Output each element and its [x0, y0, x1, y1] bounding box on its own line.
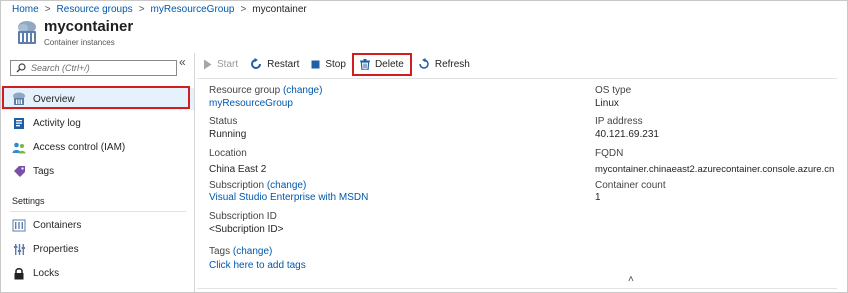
- people-icon: [12, 140, 26, 154]
- search-icon: [16, 63, 26, 73]
- breadcrumb-resource-group[interactable]: myResourceGroup: [151, 4, 235, 15]
- breadcrumb-separator: >: [138, 4, 145, 15]
- stop-icon: [311, 60, 320, 69]
- fqdn-value: mycontainer.chinaeast2.azurecontainer.co…: [595, 164, 835, 175]
- breadcrumb-separator: >: [240, 4, 247, 15]
- app-window: Home > Resource groups > myResourceGroup…: [0, 0, 848, 293]
- sidebar: « Overview: [1, 53, 195, 292]
- breadcrumb-home[interactable]: Home: [12, 4, 39, 15]
- command-toolbar: Start Restart Stop Delete Refresh: [197, 52, 476, 76]
- add-tags-link[interactable]: Click here to add tags: [209, 260, 306, 271]
- page-title: mycontainer: [44, 18, 134, 35]
- restart-button-label: Restart: [267, 58, 300, 70]
- os-type-value: Linux: [595, 98, 619, 109]
- container-count-label: Container count: [595, 180, 666, 191]
- sidebar-item-label: Tags: [33, 165, 55, 177]
- tags-label-row: Tags (change): [209, 246, 272, 257]
- status-value: Running: [209, 129, 247, 140]
- start-button-label: Start: [217, 58, 239, 70]
- sidebar-item-label: Containers: [33, 219, 82, 231]
- resource-group-change-link[interactable]: (change): [283, 85, 322, 96]
- activity-log-icon: [12, 116, 26, 130]
- resource-group-label-row: Resource group (change): [209, 85, 322, 96]
- trash-icon: [359, 58, 370, 70]
- subscription-value[interactable]: Visual Studio Enterprise with MSDN: [209, 192, 368, 203]
- subscription-label-row: Subscription (change): [209, 180, 306, 191]
- search-input[interactable]: [26, 63, 161, 73]
- collapse-sidebar-icon[interactable]: «: [179, 55, 186, 69]
- essentials-bottom-divider: [197, 288, 837, 289]
- section-divider: [10, 211, 186, 212]
- ip-address-value: 40.121.69.231: [595, 129, 659, 140]
- sidebar-item-label: Properties: [33, 243, 79, 255]
- delete-button-label: Delete: [374, 58, 404, 70]
- cloud-container-icon: [12, 92, 26, 106]
- refresh-button-label: Refresh: [434, 58, 470, 70]
- stop-button[interactable]: Stop: [305, 54, 352, 74]
- resource-group-value[interactable]: myResourceGroup: [209, 98, 293, 109]
- status-label: Status: [209, 116, 238, 127]
- sidebar-item-activity-log[interactable]: Activity log: [1, 112, 194, 134]
- properties-icon: [12, 242, 26, 256]
- sidebar-item-label: Locks: [33, 267, 60, 279]
- sidebar-item-access-control[interactable]: Access control (IAM): [1, 136, 194, 158]
- refresh-icon: [418, 58, 430, 70]
- refresh-button[interactable]: Refresh: [412, 54, 476, 74]
- ip-address-label: IP address: [595, 116, 643, 127]
- subscription-id-value: <Subcription ID>: [209, 224, 284, 235]
- lock-icon: [12, 266, 26, 280]
- containers-icon: [12, 218, 26, 232]
- resource-group-label: Resource group: [209, 85, 281, 96]
- subscription-change-link[interactable]: (change): [267, 180, 306, 191]
- breadcrumb: Home > Resource groups > myResourceGroup…: [12, 3, 307, 16]
- breadcrumb-separator: >: [44, 4, 51, 15]
- sidebar-item-label: Access control (IAM): [33, 141, 126, 153]
- toolbar-divider: [197, 78, 837, 79]
- fqdn-label: FQDN: [595, 148, 624, 159]
- restart-icon: [250, 58, 262, 70]
- sidebar-item-label: Activity log: [33, 117, 81, 129]
- tags-label: Tags: [209, 246, 231, 257]
- sidebar-item-containers[interactable]: Containers: [1, 214, 194, 236]
- sidebar-item-locks[interactable]: Locks: [1, 262, 194, 284]
- sidebar-item-label: Overview: [33, 93, 75, 105]
- start-button[interactable]: Start: [197, 54, 244, 74]
- breadcrumb-resource-groups[interactable]: Resource groups: [57, 4, 133, 15]
- collapse-essentials-icon[interactable]: ˄: [628, 274, 634, 285]
- play-icon: [203, 59, 212, 70]
- breadcrumb-current: mycontainer: [252, 4, 307, 15]
- delete-button[interactable]: Delete: [351, 52, 412, 76]
- subscription-label: Subscription: [209, 180, 265, 191]
- sidebar-item-tags[interactable]: Tags: [1, 160, 194, 182]
- os-type-label: OS type: [595, 85, 632, 96]
- settings-section-heading: Settings: [12, 196, 45, 206]
- tag-icon: [12, 164, 26, 178]
- tags-change-link[interactable]: (change): [233, 246, 272, 257]
- sidebar-item-properties[interactable]: Properties: [1, 238, 194, 260]
- container-count-value: 1: [595, 192, 601, 203]
- location-value: China East 2: [209, 164, 267, 175]
- location-label: Location: [209, 148, 247, 159]
- subscription-id-label: Subscription ID: [209, 211, 277, 222]
- container-instance-icon: [15, 20, 39, 46]
- sidebar-item-overview[interactable]: Overview: [1, 88, 194, 110]
- page-subtitle: Container instances: [44, 38, 115, 47]
- search-box[interactable]: [10, 60, 177, 76]
- stop-button-label: Stop: [325, 58, 346, 70]
- restart-button[interactable]: Restart: [244, 54, 305, 74]
